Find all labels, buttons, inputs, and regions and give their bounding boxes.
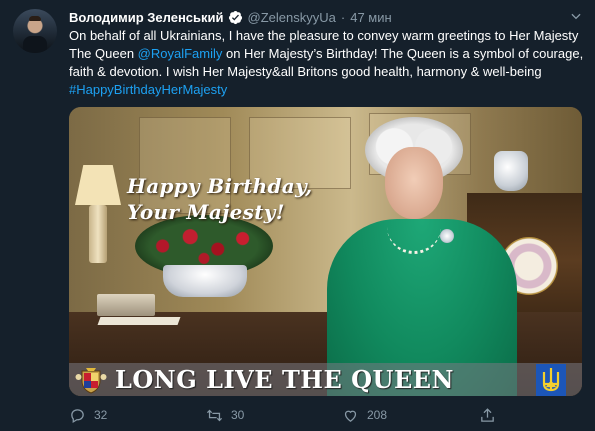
flower-pot [163, 265, 247, 297]
birthday-greeting: Happy Birthday, Your Majesty! [127, 173, 312, 225]
mention-link[interactable]: @RoyalFamily [138, 46, 223, 61]
separator-dot: · [340, 9, 346, 25]
tweet-actions: 32 30 208 [69, 404, 584, 426]
reply-button[interactable]: 32 [69, 404, 107, 426]
tweet-time[interactable]: 47 мин [350, 10, 391, 25]
like-count: 208 [367, 408, 388, 422]
brooch [440, 229, 454, 243]
desk-papers [97, 317, 181, 325]
retweet-button[interactable]: 30 [206, 404, 244, 426]
chevron-down-icon[interactable] [569, 9, 583, 23]
retweet-icon [206, 409, 223, 421]
reply-icon [71, 408, 84, 423]
avatar-hair [29, 16, 41, 21]
like-button[interactable]: 208 [342, 404, 387, 426]
avatar[interactable] [13, 9, 57, 53]
ukraine-trident-icon [536, 364, 566, 396]
author-name[interactable]: Володимир Зеленський [69, 10, 224, 25]
lamp-base [89, 205, 107, 263]
tweet-text: On behalf of all Ukrainians, I have the … [69, 27, 584, 99]
banner-text: LONG LIVE THE QUEEN [115, 365, 454, 394]
retweet-count: 30 [231, 408, 245, 422]
avatar-suit [23, 36, 47, 53]
tweet-image[interactable]: Happy Birthday, Your Majesty! LONG LIVE … [69, 107, 582, 396]
hashtag-link[interactable]: #HappyBirthdayHerMajesty [69, 82, 227, 97]
share-button[interactable] [479, 404, 504, 426]
greeting-line-2: Your Majesty! [127, 200, 285, 224]
like-icon [344, 410, 357, 422]
vase [494, 151, 528, 191]
share-icon [481, 407, 494, 422]
desk-box [97, 294, 155, 316]
author-handle[interactable]: @ZelenskyyUa [248, 10, 336, 25]
reply-count: 32 [94, 408, 108, 422]
verified-badge-icon [228, 10, 242, 24]
greeting-line-1: Happy Birthday, [127, 174, 313, 198]
tweet-header: Володимир Зеленський @ZelenskyyUa · 47 м… [69, 8, 392, 26]
tweet[interactable]: Володимир Зеленський @ZelenskyyUa · 47 м… [0, 0, 595, 431]
coat-of-arms-icon [75, 368, 107, 394]
queen-face [385, 147, 443, 219]
